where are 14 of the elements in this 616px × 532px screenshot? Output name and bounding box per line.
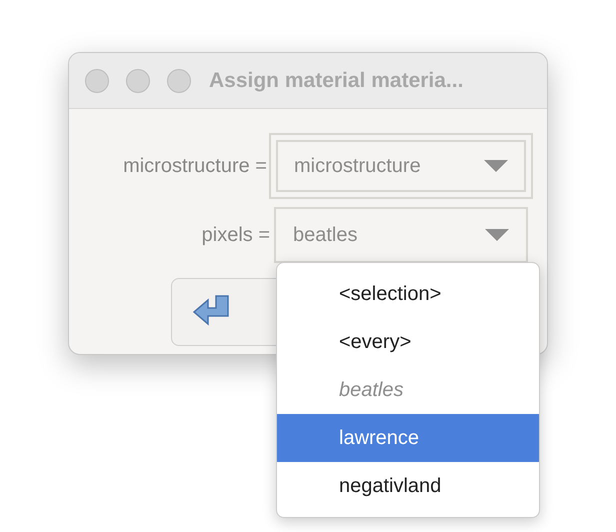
field-label: microstructure =: [122, 154, 268, 179]
menu-item[interactable]: beatles: [277, 366, 539, 414]
minimize-button[interactable]: [126, 68, 150, 92]
dropdown-arrow-icon: [484, 160, 508, 172]
dropdown-arrow-icon: [485, 229, 509, 241]
menu-item[interactable]: <selection>: [277, 270, 539, 318]
dropdown-field[interactable]: microstructure: [269, 133, 533, 199]
field-label: pixels =: [200, 223, 271, 248]
zoom-button[interactable]: [167, 68, 191, 92]
menu-item[interactable]: <every>: [277, 318, 539, 366]
close-button[interactable]: [85, 68, 109, 92]
menu-item[interactable]: negativland: [277, 462, 539, 510]
window-title: Assign material materia...: [209, 68, 464, 94]
menu-item[interactable]: lawrence: [277, 414, 539, 462]
